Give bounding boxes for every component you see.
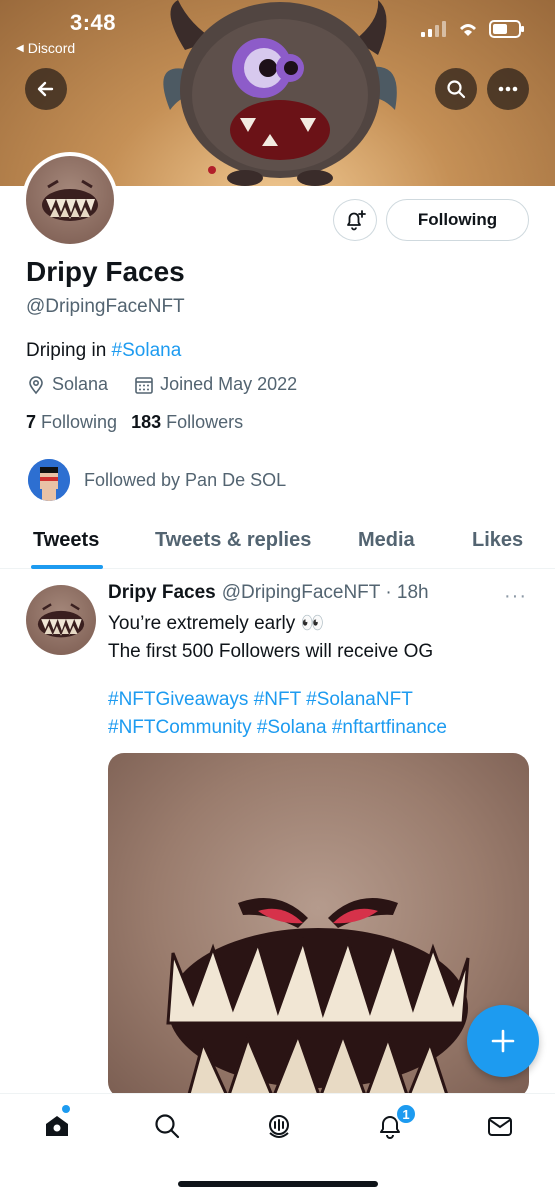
following-count: 7: [26, 412, 37, 432]
calendar-icon: [135, 376, 153, 394]
bell-plus-icon: [347, 210, 366, 231]
tweet-line-2: The first 500 Followers will receive OG: [108, 641, 434, 662]
nav-home[interactable]: [41, 1110, 73, 1142]
followers-count-link[interactable]: 183 Followers: [131, 412, 243, 433]
search-button[interactable]: [435, 68, 477, 110]
tab-media[interactable]: Media: [358, 529, 415, 552]
status-time: 3:48: [70, 10, 117, 35]
back-triangle-icon: ◀: [16, 42, 24, 54]
tweet-author-avatar[interactable]: [26, 585, 96, 655]
active-tab-indicator: [31, 565, 103, 569]
tweet-hashtags-1[interactable]: #NFTGiveaways #NFT #SolanaNFT: [108, 686, 538, 714]
bio-text: Driping in: [26, 340, 112, 361]
notification-subscribe-button[interactable]: [333, 199, 377, 241]
nav-search[interactable]: [151, 1110, 183, 1142]
tab-likes[interactable]: Likes: [472, 529, 523, 552]
home-icon: [46, 1116, 68, 1136]
status-bar: 3:48 ◀ Discord: [0, 0, 555, 60]
profile-name: Dripy Faces: [26, 256, 185, 287]
status-icons: [421, 20, 525, 38]
location-pin-icon: [29, 375, 43, 394]
tweet-hashtags-2[interactable]: #NFTCommunity #Solana #nftartfinance: [108, 714, 538, 742]
tab-tweets[interactable]: Tweets: [33, 529, 99, 552]
home-indicator: [178, 1181, 378, 1187]
followers-count: 183: [131, 412, 162, 432]
followers-label: Followers: [166, 412, 244, 432]
monster-face-illustration: [166, 898, 470, 1098]
tweet-header: Dripy Faces @DripingFaceNFT · 18h: [108, 582, 429, 604]
profile-tabs: Tweets Tweets & replies Media Likes: [0, 515, 555, 569]
more-options-button[interactable]: [487, 68, 529, 110]
compose-tweet-button[interactable]: [467, 1005, 539, 1077]
following-button[interactable]: Following: [386, 199, 529, 241]
profile-meta: Solana Joined May 2022: [26, 374, 297, 395]
followed-by-avatar: [28, 459, 70, 501]
profile-avatar[interactable]: [22, 152, 118, 248]
profile-location: Solana: [52, 374, 109, 394]
wifi-icon: [460, 24, 476, 36]
pixel-avatar-icon: [28, 459, 70, 501]
search-icon: [155, 1114, 180, 1139]
back-button[interactable]: [25, 68, 67, 110]
tweet-handle-time: @DripingFaceNFT · 18h: [221, 582, 429, 603]
tweet-line-1: You’re extremely early 👀: [108, 613, 325, 634]
tweet-more-button[interactable]: ···: [504, 585, 527, 608]
back-to-app-link[interactable]: ◀ Discord: [16, 40, 75, 56]
back-app-label: Discord: [27, 40, 76, 56]
notification-badge: 1: [395, 1103, 417, 1125]
cellular-signal-icon: [421, 21, 446, 37]
arrow-left-icon: [37, 81, 54, 97]
search-icon: [447, 80, 466, 99]
profile-bio: Driping in #Solana: [26, 340, 181, 362]
messages-icon: [488, 1117, 512, 1136]
followed-by-row[interactable]: Followed by Pan De SOL: [28, 459, 286, 501]
spaces-icon: [269, 1115, 289, 1138]
plus-icon: [491, 1029, 515, 1053]
nav-spaces[interactable]: [263, 1110, 295, 1142]
more-horizontal-icon: [498, 86, 518, 92]
bio-hashtag-link[interactable]: #Solana: [112, 340, 182, 361]
profile-handle: @DripingFaceNFT: [26, 296, 185, 317]
tweet-media-image[interactable]: [108, 753, 529, 1098]
monster-teeth-avatar-icon: [37, 603, 85, 638]
profile-joined-date: Joined May 2022: [160, 374, 298, 394]
followed-by-text: Followed by Pan De SOL: [84, 469, 287, 490]
tweet-text: You’re extremely early 👀 The first 500 F…: [108, 610, 538, 742]
home-new-content-dot: [62, 1105, 70, 1113]
tweet-author-name[interactable]: Dripy Faces: [108, 582, 216, 604]
tab-tweets-and-replies[interactable]: Tweets & replies: [155, 529, 311, 552]
following-count-link[interactable]: 7 Following: [26, 412, 117, 433]
following-label: Following: [41, 412, 118, 432]
battery-icon: [489, 20, 524, 38]
monster-teeth-avatar-icon: [42, 179, 98, 221]
profile-counts: 7 Following 183 Followers: [26, 412, 243, 433]
nav-messages[interactable]: [484, 1110, 516, 1142]
